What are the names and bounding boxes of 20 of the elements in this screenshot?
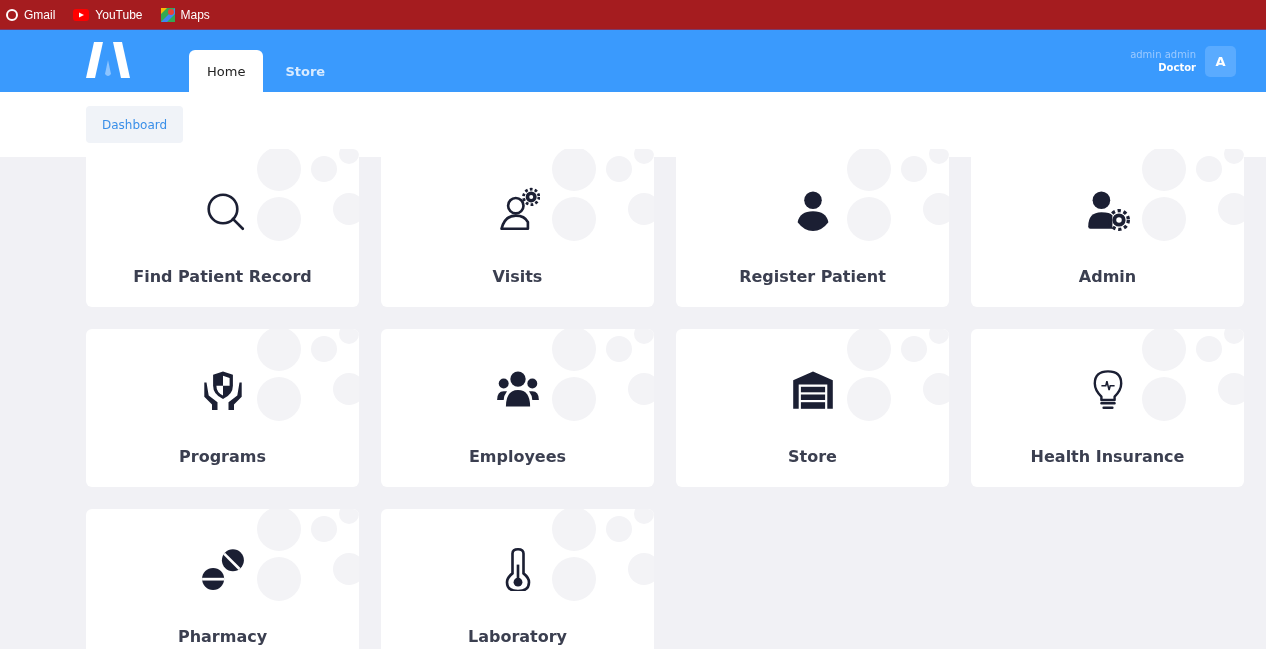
module-card[interactable]: Store [676, 329, 949, 487]
module-card[interactable]: Register Patient [676, 149, 949, 307]
pills-icon [200, 547, 245, 591]
logo-icon[interactable] [86, 42, 130, 78]
module-card[interactable]: Health Insurance [971, 329, 1244, 487]
nav-tab[interactable]: Home [189, 50, 264, 92]
module-card[interactable]: Programs [86, 329, 359, 487]
map-icon [160, 7, 175, 22]
module-card[interactable]: Admin [971, 149, 1244, 307]
user-role: Doctor [1158, 62, 1196, 73]
module-card[interactable]: Visits [381, 149, 654, 307]
play-icon [73, 8, 90, 21]
bookmark-link[interactable]: Gmail [4, 7, 58, 22]
bookmark-link[interactable]: YouTube [71, 7, 145, 22]
module-card[interactable]: Find Patient Record [86, 149, 359, 307]
module-card[interactable]: Pharmacy [86, 509, 359, 649]
module-card[interactable]: Employees [381, 329, 654, 487]
module-card[interactable]: Laboratory [381, 509, 654, 649]
user-name: admin admin [1130, 49, 1196, 60]
bookmark-link[interactable]: Maps [158, 7, 212, 22]
